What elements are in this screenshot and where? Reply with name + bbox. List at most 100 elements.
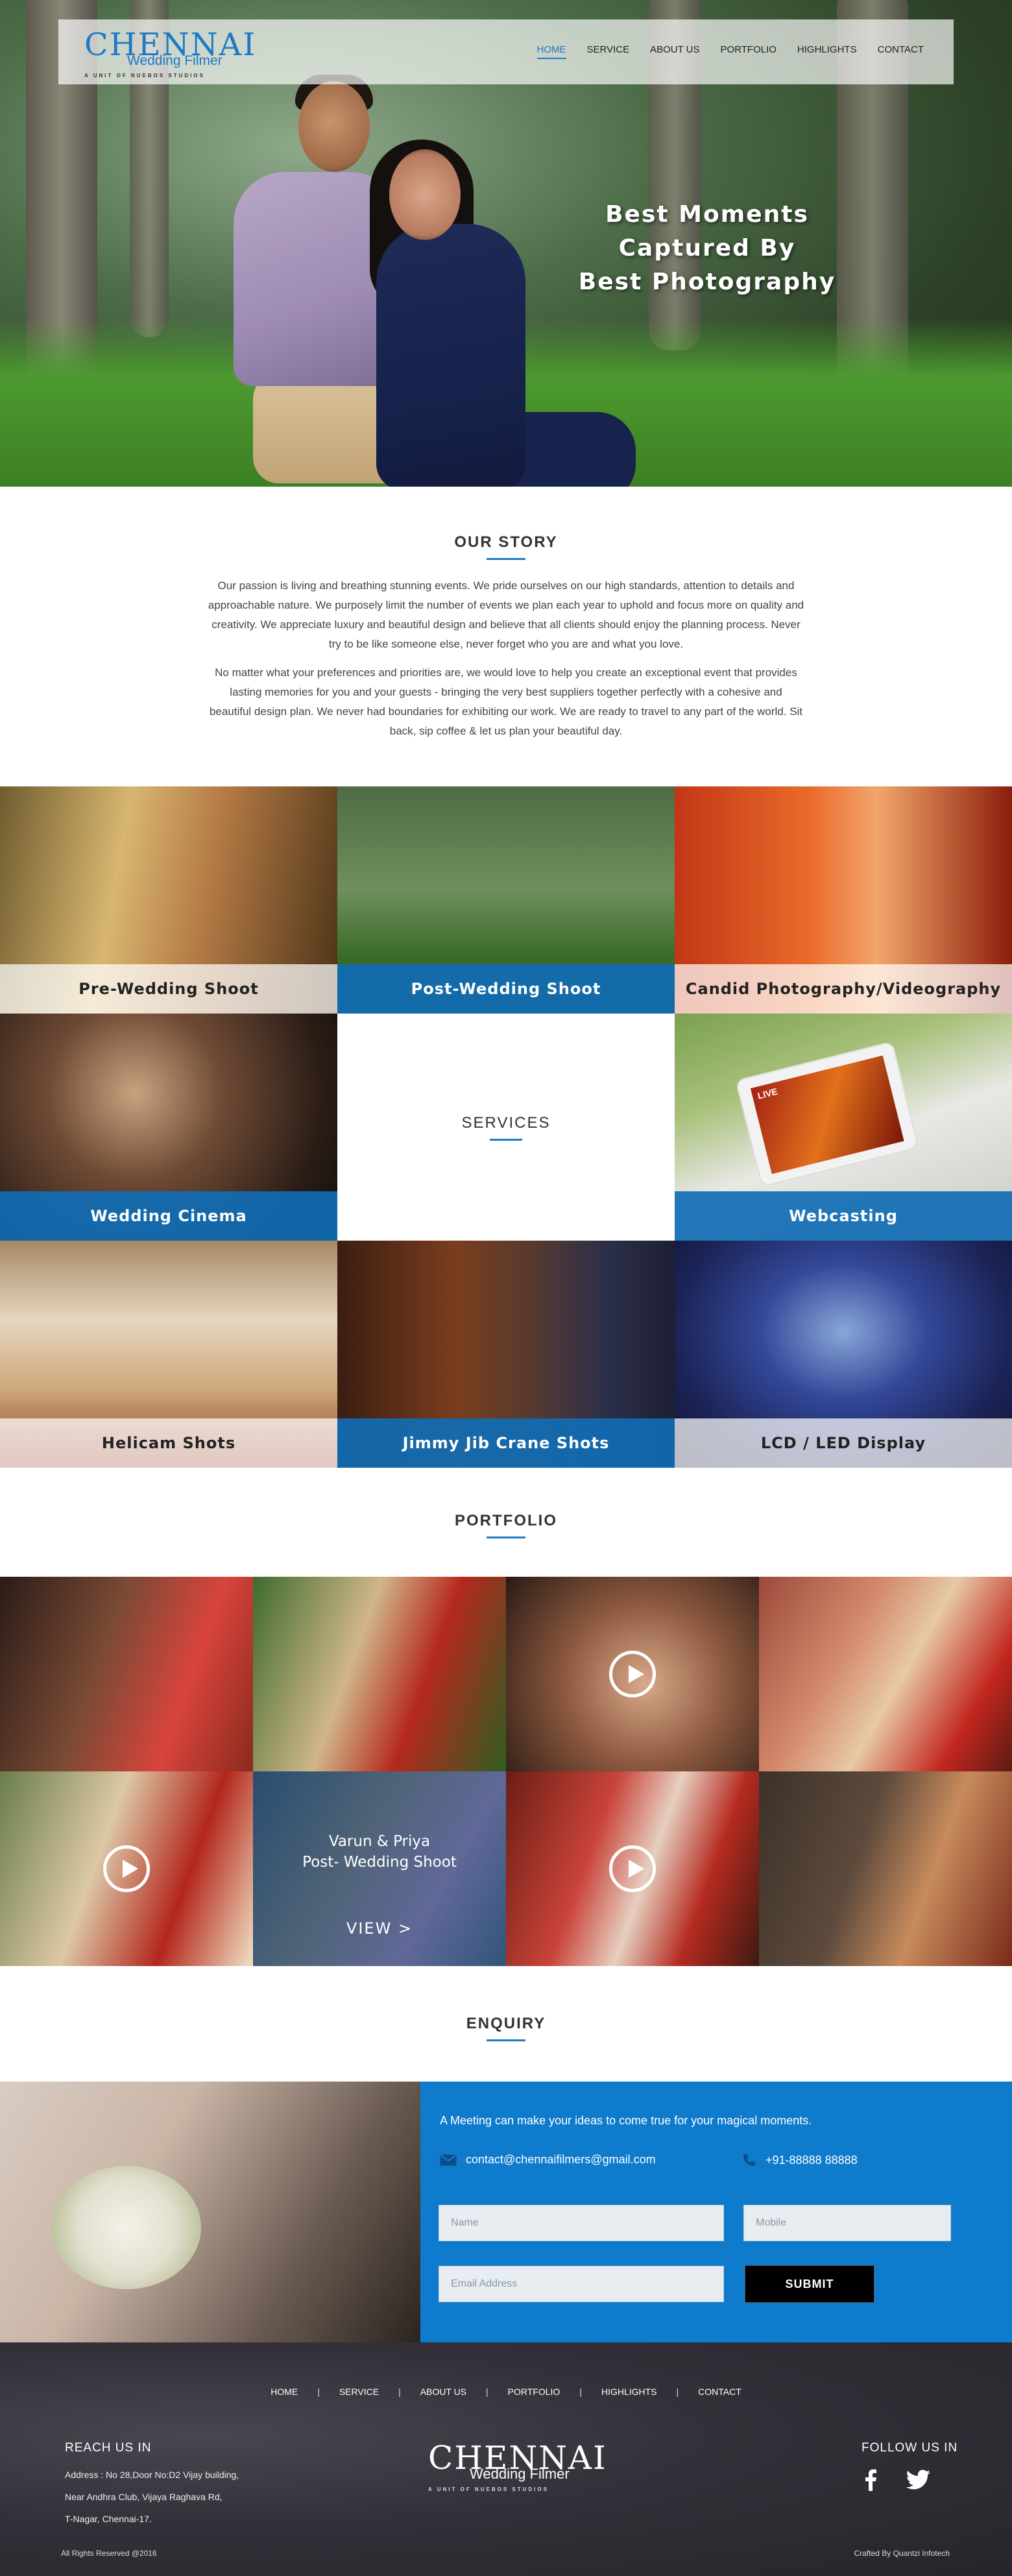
enquiry-email: contact@chennaifilmers@gmail.com bbox=[440, 2153, 656, 2167]
footer-separator: | bbox=[317, 2387, 320, 2397]
portfolio-overlay: Varun & Priya Post- Wedding Shoot VIEW > bbox=[253, 1771, 506, 1966]
footer-separator: | bbox=[398, 2387, 401, 2397]
play-icon[interactable] bbox=[609, 1651, 656, 1697]
service-caption: Webcasting bbox=[675, 1191, 1012, 1241]
hero-tagline-line2: Best Photography bbox=[578, 269, 836, 295]
portfolio-item[interactable] bbox=[253, 1577, 506, 1771]
footer-link-service[interactable]: SERVICE bbox=[339, 2387, 379, 2397]
footer-link-contact[interactable]: CONTACT bbox=[698, 2387, 741, 2397]
footer-link-home[interactable]: HOME bbox=[271, 2387, 298, 2397]
address-line-3: T-Nagar, Chennai-17. bbox=[65, 2514, 152, 2524]
facebook-icon[interactable] bbox=[858, 2467, 884, 2493]
hero-banner: Best Moments Captured By Best Photograph… bbox=[0, 0, 1012, 487]
logo-subtitle: Wedding Filmer bbox=[127, 53, 223, 68]
footer-link-about-us[interactable]: ABOUT US bbox=[420, 2387, 466, 2397]
portfolio-item-featured[interactable]: Varun & Priya Post- Wedding Shoot VIEW > bbox=[253, 1771, 506, 1966]
enquiry-title-text: ENQUIRY bbox=[466, 2015, 546, 2032]
address-line-2: Near Andhra Club, Vijaya Raghava Rd, bbox=[65, 2492, 223, 2502]
service-caption: Candid Photography/Videography bbox=[675, 964, 1012, 1014]
nav-link-home[interactable]: HOME bbox=[536, 44, 566, 59]
enquiry-phone-text[interactable]: +91-88888 88888 bbox=[765, 2154, 858, 2167]
footer-link-portfolio[interactable]: PORTFOLIO bbox=[508, 2387, 560, 2397]
services-title: SERVICES bbox=[461, 1113, 551, 1132]
nav-menu: HOME SERVICE ABOUT US PORTFOLIO HIGHLIGH… bbox=[536, 44, 924, 59]
service-tile-candid[interactable]: Candid Photography/Videography bbox=[675, 786, 1012, 1014]
service-caption: Pre-Wedding Shoot bbox=[0, 964, 337, 1014]
portfolio-item[interactable] bbox=[759, 1771, 1012, 1966]
service-caption: Post-Wedding Shoot bbox=[337, 964, 675, 1014]
footer-separator: | bbox=[486, 2387, 488, 2397]
service-caption: LCD / LED Display bbox=[675, 1418, 1012, 1468]
name-field[interactable]: Name bbox=[439, 2205, 724, 2241]
service-tile-pre-wedding[interactable]: Pre-Wedding Shoot bbox=[0, 786, 337, 1014]
story-title-text: OUR STORY bbox=[454, 533, 558, 551]
twitter-icon[interactable] bbox=[906, 2467, 932, 2493]
nav-link-portfolio[interactable]: PORTFOLIO bbox=[721, 44, 777, 59]
enquiry-section: A Meeting can make your ideas to come tr… bbox=[0, 2082, 1012, 2342]
service-tile-webcasting[interactable]: LIVE Webcasting bbox=[675, 1014, 1012, 1241]
enquiry-bouquet-photo bbox=[0, 2082, 420, 2342]
service-tile-wedding-cinema[interactable]: Wedding Cinema bbox=[0, 1014, 337, 1241]
portfolio-item[interactable] bbox=[0, 1771, 253, 1966]
footer-logo-subtitle: Wedding Filmer bbox=[470, 2466, 570, 2482]
title-underline bbox=[487, 1537, 525, 1538]
footer-logo-tagline: A UNIT OF NUEBOS STUDIOS bbox=[428, 2486, 549, 2492]
story-paragraph-1: Our passion is living and breathing stun… bbox=[208, 579, 804, 650]
play-icon[interactable] bbox=[103, 1845, 150, 1892]
bouquet bbox=[52, 2166, 201, 2289]
footer-logo[interactable]: CHENNAI Wedding Filmer A UNIT OF NUEBOS … bbox=[428, 2440, 606, 2498]
service-caption: Helicam Shots bbox=[0, 1418, 337, 1468]
title-underline bbox=[490, 1138, 522, 1141]
service-tile-jimmy-jib[interactable]: Jimmy Jib Crane Shots bbox=[337, 1241, 675, 1468]
site-footer: HOME | SERVICE | ABOUT US | PORTFOLIO | … bbox=[0, 2342, 1012, 2576]
enquiry-form-panel: A Meeting can make your ideas to come tr… bbox=[420, 2082, 1012, 2342]
site-logo[interactable]: CHENNAI Wedding Filmer A UNIT OF NUEBOS … bbox=[84, 27, 255, 79]
enquiry-email-text[interactable]: contact@chennaifilmers@gmail.com bbox=[466, 2153, 656, 2167]
hero-tagline: Best Moments Captured By Best Photograph… bbox=[545, 198, 869, 299]
credit-text[interactable]: Crafted By Quantzi Infotech bbox=[854, 2549, 950, 2558]
footer-menu: HOME | SERVICE | ABOUT US | PORTFOLIO | … bbox=[0, 2387, 1012, 2397]
services-heading: SERVICES bbox=[337, 1014, 675, 1241]
hero-tagline-line1: Best Moments Captured By bbox=[605, 201, 809, 261]
portfolio-overlay-line1: Varun & Priya bbox=[328, 1833, 431, 1850]
portfolio-item[interactable] bbox=[759, 1577, 1012, 1771]
portfolio-item[interactable] bbox=[506, 1577, 759, 1771]
nav-link-service[interactable]: SERVICE bbox=[587, 44, 630, 59]
live-badge: LIVE bbox=[756, 1086, 779, 1101]
submit-button[interactable]: SUBMIT bbox=[745, 2265, 874, 2303]
phone-icon bbox=[743, 2154, 755, 2166]
nav-link-about-us[interactable]: ABOUT US bbox=[650, 44, 699, 59]
portfolio-view-link[interactable]: VIEW > bbox=[346, 1919, 413, 1938]
nav-link-highlights[interactable]: HIGHLIGHTS bbox=[797, 44, 857, 59]
portfolio-title-text: PORTFOLIO bbox=[455, 1512, 557, 1529]
portfolio-gallery: Varun & Priya Post- Wedding Shoot VIEW > bbox=[0, 1577, 1012, 1966]
reach-us-heading: REACH US IN bbox=[65, 2441, 152, 2455]
logo-tagline: A UNIT OF NUEBOS STUDIOS bbox=[84, 73, 205, 79]
portfolio-overlay-title: Varun & Priya Post- Wedding Shoot bbox=[302, 1831, 457, 1873]
service-tile-led-display[interactable]: LCD / LED Display bbox=[675, 1241, 1012, 1468]
mobile-field[interactable]: Mobile bbox=[743, 2205, 951, 2241]
enquiry-message: A Meeting can make your ideas to come tr… bbox=[440, 2114, 812, 2127]
service-caption: Wedding Cinema bbox=[0, 1191, 337, 1241]
service-tile-helicam[interactable]: Helicam Shots bbox=[0, 1241, 337, 1468]
title-underline bbox=[487, 2039, 525, 2041]
mail-icon bbox=[440, 2154, 457, 2165]
story-paragraph-2: No matter what your preferences and prio… bbox=[209, 666, 803, 737]
top-navigation: CHENNAI Wedding Filmer A UNIT OF NUEBOS … bbox=[58, 19, 954, 84]
tablet-screen: LIVE bbox=[750, 1055, 904, 1174]
footer-link-highlights[interactable]: HIGHLIGHTS bbox=[601, 2387, 657, 2397]
nav-link-contact[interactable]: CONTACT bbox=[878, 44, 924, 59]
service-tile-post-wedding[interactable]: Post-Wedding Shoot bbox=[337, 786, 675, 1014]
enquiry-title: ENQUIRY bbox=[0, 2015, 1012, 2041]
story-title: OUR STORY bbox=[0, 533, 1012, 560]
play-icon[interactable] bbox=[609, 1845, 656, 1892]
portfolio-overlay-line2: Post- Wedding Shoot bbox=[302, 1854, 457, 1871]
tablet-device: LIVE bbox=[735, 1041, 919, 1187]
portfolio-item[interactable] bbox=[0, 1577, 253, 1771]
copyright-text: All Rights Reserved @2016 bbox=[61, 2549, 157, 2558]
portfolio-item[interactable] bbox=[506, 1771, 759, 1966]
portfolio-title: PORTFOLIO bbox=[0, 1512, 1012, 1538]
email-field[interactable]: Email Address bbox=[439, 2266, 724, 2302]
services-grid: Pre-Wedding Shoot Post-Wedding Shoot Can… bbox=[0, 786, 1012, 1468]
page: Best Moments Captured By Best Photograph… bbox=[0, 0, 1012, 2576]
